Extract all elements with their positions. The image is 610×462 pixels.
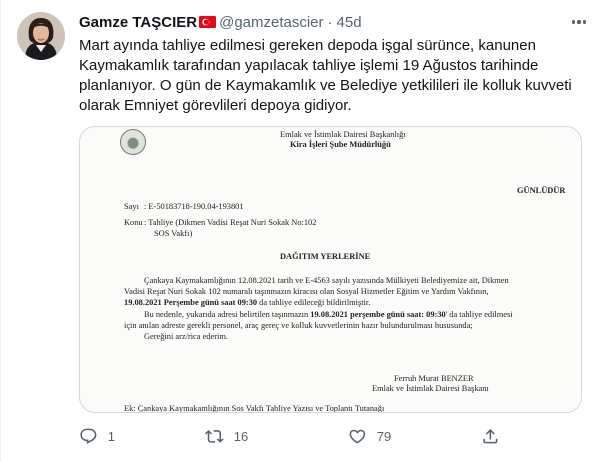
turkey-flag-icon (199, 16, 217, 28)
share-button[interactable] (481, 426, 500, 446)
doc-sign-title: Emlak ve İstimlak Dairesi Başkanı (372, 384, 489, 393)
doc-p2-line2: için anılan adreste gerekli personel, ar… (124, 321, 473, 330)
doc-p1-line3-bold: 19.08.2021 Perşembe günü saat 09:30 (124, 298, 258, 307)
seal-icon (120, 129, 146, 155)
doc-header-line2: Kira İşleri Şube Müdürlüğü (290, 140, 391, 149)
document-scan: Emlak ve İstimlak Dairesi Başkanlığı Kir… (80, 127, 581, 413)
doc-konu-value-2: SOS Vakfı) (154, 229, 193, 238)
like-count: 79 (376, 428, 392, 444)
reply-count: 1 (107, 428, 115, 444)
avatar-image (17, 12, 65, 60)
heart-icon (349, 429, 366, 444)
tweet-time[interactable]: 45d (337, 14, 362, 31)
reply-icon (80, 428, 97, 444)
like-button[interactable]: 79 (348, 426, 391, 446)
tweet-header: Gamze TAŞCIER @gamzetascier · 45d (79, 12, 362, 32)
doc-dagitim: DAĞITIM YERLERİNE (280, 252, 371, 261)
doc-ek: Ek: Çankaya Kaymakamlığının Sos Vakfı Ta… (124, 404, 385, 413)
doc-gunludur: GÜNLÜDÜR (517, 186, 566, 195)
tweet[interactable]: Gamze TAŞCIER @gamzetascier · 45d Mart a… (0, 0, 610, 462)
doc-konu-label: Konu (124, 218, 143, 227)
doc-p2-line1-a: Bu nedenle, yukarıda adresi belirtilen t… (144, 310, 311, 319)
retweet-button[interactable]: 16 (205, 426, 248, 446)
tweet-actions: 1 16 79 (79, 426, 519, 446)
doc-p2-line3: Gereğini arz/rica ederim. (144, 332, 228, 341)
doc-p2-line1-bold: 19.08.2021 perşembe günü saat: 09:30 (310, 310, 446, 319)
doc-konu-value-1: : Tahliye (Dikmen Vadisi Reşat Nuri Soka… (144, 218, 317, 227)
reply-button[interactable]: 1 (79, 426, 115, 446)
tweet-text: Mart ayında tahliye edilmesi gereken dep… (79, 37, 572, 114)
retweet-count: 16 (233, 428, 249, 444)
attached-document-image[interactable]: Emlak ve İstimlak Dairesi Başkanlığı Kir… (79, 126, 582, 413)
author-name[interactable]: Gamze TAŞCIER (79, 14, 197, 31)
doc-sayi-value: : E-50183718-190.04-193801 (144, 202, 244, 211)
doc-sayi-label: Sayı (124, 202, 139, 211)
separator-dot: · (327, 13, 333, 31)
retweet-icon (205, 429, 224, 443)
doc-p1-line1: Çankaya Kaymakamlığının 12.08.2021 tarih… (144, 276, 509, 285)
avatar[interactable] (17, 12, 65, 60)
share-icon (483, 428, 498, 444)
doc-p1-line2: Vadisi Reşat Nuri Sokak 102 numaralı taş… (124, 287, 489, 296)
author-handle[interactable]: @gamzetascier (219, 14, 323, 31)
doc-p2-line1-b: ' da tahliye edilmesi (445, 310, 513, 319)
doc-p1-line3-rest: da tahliye edileceği bildirilmiştir. (257, 298, 371, 307)
more-icon[interactable] (569, 14, 589, 30)
